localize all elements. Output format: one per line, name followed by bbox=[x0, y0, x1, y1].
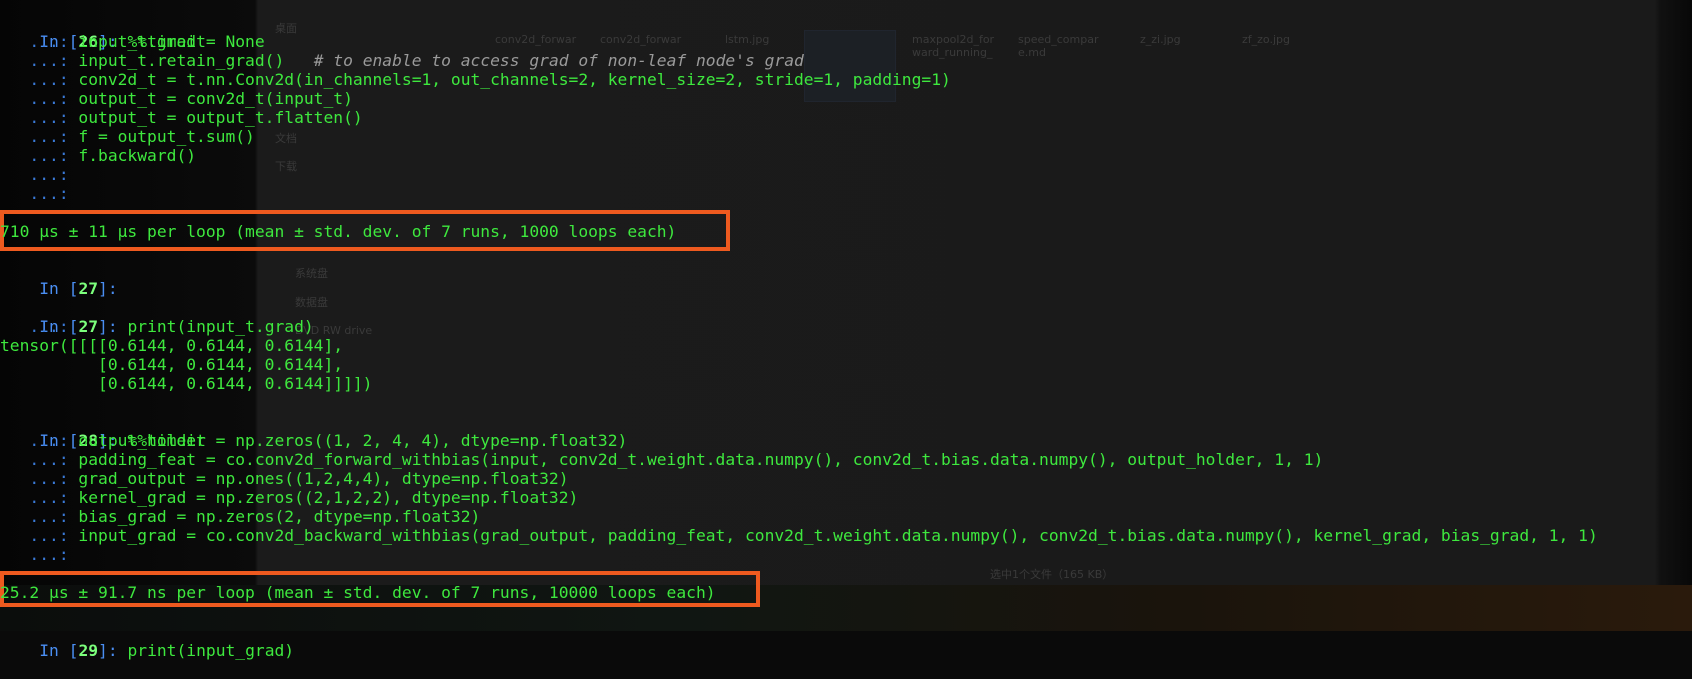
prompt-close: ]: bbox=[98, 279, 128, 298]
prompt-close: ]: bbox=[98, 317, 128, 336]
input-prompt-line[interactable]: In [26]: %%timeit bbox=[0, 13, 206, 51]
continuation-line[interactable]: ...: f = output_t.sum() bbox=[0, 127, 255, 146]
input-prompt-line[interactable]: In [27]: print(input_t.grad) bbox=[0, 298, 314, 336]
continuation-line[interactable]: ...: grad_output = np.ones((1,2,4,4), dt… bbox=[0, 469, 569, 488]
continuation-line[interactable]: ...: kernel_grad = np.zeros((2,1,2,2), d… bbox=[0, 488, 578, 507]
prompt-label: In [ bbox=[39, 279, 79, 298]
continuation-prompt: ...: bbox=[0, 526, 79, 545]
continuation-line[interactable]: ...: f.backward() bbox=[0, 146, 196, 165]
continuation-line[interactable]: ...: output_holder = np.zeros((1, 2, 4, … bbox=[0, 431, 627, 450]
continuation-prompt: ...: bbox=[0, 184, 79, 203]
code-line: bias_grad = np.zeros(2, dtype=np.float32… bbox=[78, 507, 481, 526]
continuation-line[interactable]: ...: bbox=[0, 184, 78, 203]
code-line: output_t = output_t.flatten() bbox=[78, 108, 363, 127]
code-line: conv2d_t = t.nn.Conv2d(in_channels=1, ou… bbox=[78, 70, 951, 89]
code-line: input_t.grad = None bbox=[78, 32, 265, 51]
input-prompt-line[interactable]: In [29]: print(input_grad) bbox=[0, 622, 294, 660]
code-line: grad_output = np.ones((1,2,4,4), dtype=n… bbox=[78, 469, 569, 488]
code-line: f = output_t.sum() bbox=[78, 127, 255, 146]
continuation-line[interactable]: ...: conv2d_t = t.nn.Conv2d(in_channels=… bbox=[0, 70, 951, 89]
code-line: kernel_grad = np.zeros((2,1,2,2), dtype=… bbox=[78, 488, 579, 507]
tensor-output-line: [0.6144, 0.6144, 0.6144], bbox=[0, 355, 344, 374]
continuation-line[interactable]: ...: input_grad = co.conv2d_backward_wit… bbox=[0, 526, 1598, 545]
timeit-output: 25.2 µs ± 91.7 ns per loop (mean ± std. … bbox=[0, 583, 716, 602]
code-line: input_grad = co.conv2d_backward_withbias… bbox=[78, 526, 1598, 545]
code-line: output_t = conv2d_t(input_t) bbox=[78, 89, 353, 108]
input-prompt-line[interactable]: In [27]: bbox=[0, 260, 127, 298]
continuation-line[interactable]: ...: output_t = conv2d_t(input_t) bbox=[0, 89, 353, 108]
continuation-line[interactable]: ...: output_t = output_t.flatten() bbox=[0, 108, 363, 127]
code-line: output_holder = np.zeros((1, 2, 4, 4), d… bbox=[78, 431, 628, 450]
code-comment: # to enable to access grad of non-leaf n… bbox=[284, 51, 804, 70]
prompt-number: 27 bbox=[78, 279, 99, 298]
continuation-line[interactable]: ...: bbox=[0, 317, 78, 336]
continuation-line[interactable]: ...: input_t.grad = None bbox=[0, 32, 265, 51]
continuation-prompt: ...: bbox=[0, 488, 79, 507]
continuation-prompt: ...: bbox=[0, 317, 79, 336]
prompt-number: 27 bbox=[78, 317, 99, 336]
code-line: padding_feat = co.conv2d_forward_withbia… bbox=[78, 450, 1324, 469]
continuation-prompt: ...: bbox=[0, 469, 79, 488]
continuation-prompt: ...: bbox=[0, 32, 79, 51]
prompt-label: In [ bbox=[39, 641, 79, 660]
tensor-output-line: tensor([[[[0.6144, 0.6144, 0.6144], bbox=[0, 336, 344, 355]
terminal[interactable]: In [26]: %%timeit ...: input_t.grad = No… bbox=[0, 0, 1692, 660]
continuation-prompt: ...: bbox=[0, 450, 79, 469]
continuation-prompt: ...: bbox=[0, 108, 79, 127]
continuation-line[interactable]: ...: bbox=[0, 165, 78, 184]
continuation-prompt: ...: bbox=[0, 507, 79, 526]
code-line: input_t.retain_grad() bbox=[78, 51, 285, 70]
continuation-line[interactable]: ...: padding_feat = co.conv2d_forward_wi… bbox=[0, 450, 1323, 469]
continuation-line[interactable]: ...: bbox=[0, 545, 78, 564]
continuation-prompt: ...: bbox=[0, 51, 79, 70]
continuation-prompt: ...: bbox=[0, 165, 79, 184]
continuation-line[interactable]: ...: input_t.retain_grad() # to enable t… bbox=[0, 51, 804, 70]
code-line: f.backward() bbox=[78, 146, 197, 165]
continuation-prompt: ...: bbox=[0, 89, 79, 108]
tensor-output-line: [0.6144, 0.6144, 0.6144]]]]) bbox=[0, 374, 373, 393]
prompt-number: 29 bbox=[78, 641, 99, 660]
continuation-prompt: ...: bbox=[0, 127, 79, 146]
continuation-prompt: ...: bbox=[0, 545, 79, 564]
prompt-close: ]: bbox=[98, 641, 128, 660]
continuation-prompt: ...: bbox=[0, 70, 79, 89]
code-line: print(input_grad) bbox=[127, 641, 295, 660]
code-line: print(input_t.grad) bbox=[127, 317, 314, 336]
continuation-line[interactable]: ...: bias_grad = np.zeros(2, dtype=np.fl… bbox=[0, 507, 480, 526]
timeit-output: 710 µs ± 11 µs per loop (mean ± std. dev… bbox=[0, 222, 677, 241]
input-prompt-line[interactable]: In [28]: %%timeit bbox=[0, 412, 206, 450]
continuation-prompt: ...: bbox=[0, 431, 79, 450]
continuation-prompt: ...: bbox=[0, 146, 79, 165]
